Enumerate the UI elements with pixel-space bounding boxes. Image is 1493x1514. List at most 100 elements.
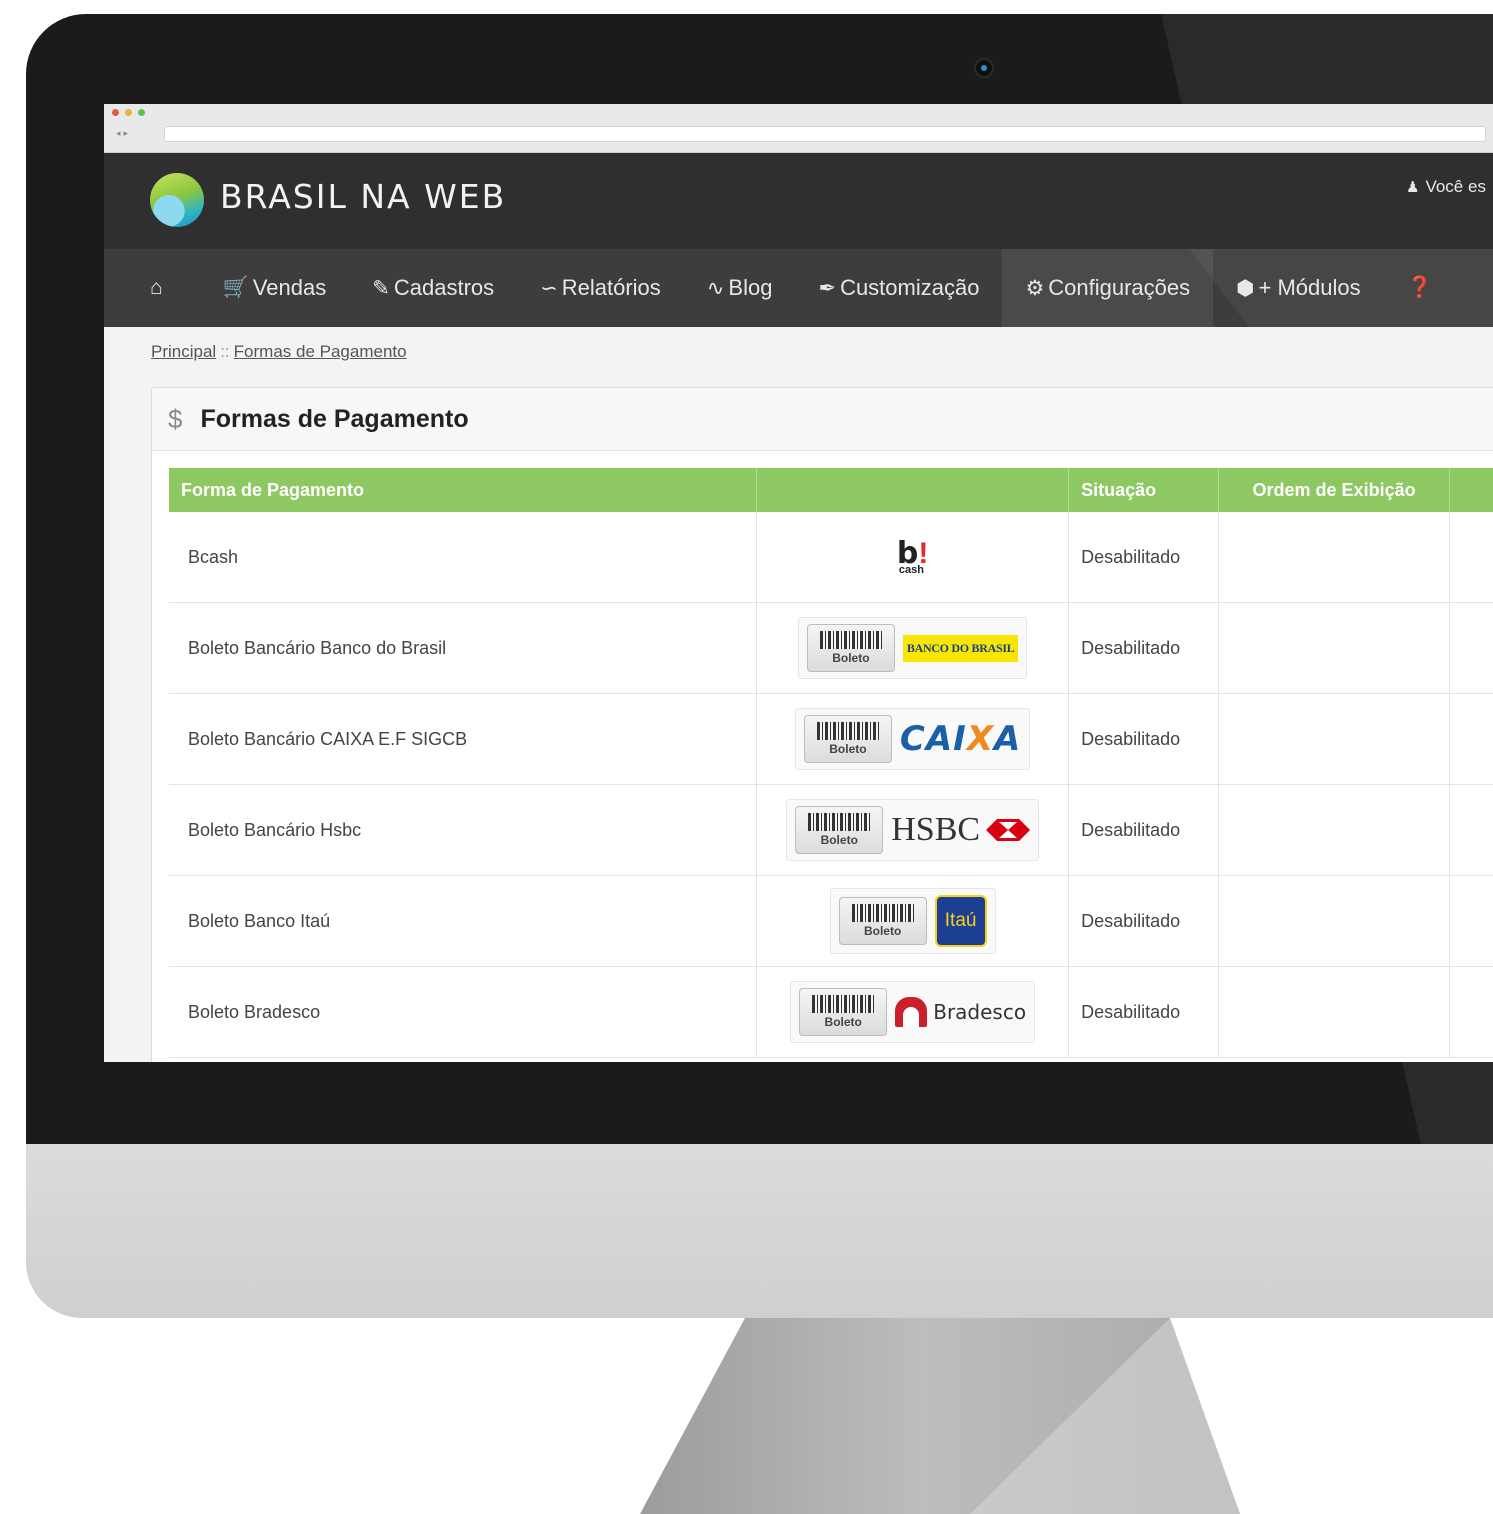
chart-icon: ∽ — [540, 276, 558, 300]
table-row[interactable]: Boleto Bancário Banco do Brasil Boleto B… — [169, 602, 1493, 694]
caixa-logo-part: CAI — [899, 719, 967, 759]
column-header-logo — [756, 468, 1070, 512]
bcash-logo: b! cash — [897, 538, 928, 576]
payment-logo-cell: b! cash — [756, 512, 1070, 603]
column-header-forma[interactable]: Forma de Pagamento — [169, 468, 758, 512]
boleto-label: Boleto — [824, 1015, 862, 1029]
user-icon: ♟ — [1406, 179, 1420, 196]
nav-label: Configurações — [1048, 275, 1191, 300]
browser-back-forward-icons[interactable]: ◂▸ — [116, 128, 131, 139]
panel-header: $ Formas de Pagamento — [152, 388, 1493, 451]
address-bar[interactable] — [164, 126, 1486, 142]
user-greeting: Você es — [1425, 177, 1486, 196]
table-row[interactable]: Boleto Bancário Hsbc Boleto HSBC Desabil… — [169, 784, 1493, 876]
nav-label: Vendas — [252, 275, 327, 300]
boleto-label: Boleto — [832, 651, 870, 665]
brand-logo-icon[interactable] — [150, 173, 204, 227]
rss-icon: ∿ — [706, 276, 725, 300]
browser-chrome: ◂▸ — [104, 104, 1493, 153]
payment-logo-cell: Boleto CAIXA — [756, 693, 1070, 785]
actions-cell — [1449, 602, 1493, 694]
status-cell: Desabilitado — [1068, 512, 1220, 603]
nav-relatorios[interactable]: ∽ Relatórios — [517, 249, 684, 327]
nav-customizacao[interactable]: ✒ Customização — [795, 249, 1002, 327]
status-cell: Desabilitado — [1068, 966, 1220, 1058]
status-cell: Desabilitado — [1068, 875, 1220, 967]
order-cell[interactable] — [1218, 693, 1451, 785]
breadcrumb-current-link[interactable]: Formas de Pagamento — [234, 342, 407, 361]
nav-cadastros[interactable]: ✎ Cadastros — [349, 249, 517, 327]
boleto-itau-logo: Boleto Itaú — [829, 888, 996, 954]
window-controls — [112, 109, 145, 116]
payment-name[interactable]: Boleto Bancário CAIXA E.F SIGCB — [169, 693, 758, 785]
table-row[interactable]: Bcash b! cash Desabilitado — [169, 512, 1493, 603]
gear-icon: ⚙ — [1025, 276, 1045, 300]
actions-cell — [1449, 966, 1493, 1058]
column-header-ordem[interactable]: Ordem de Exibição — [1218, 468, 1451, 512]
column-header-situacao[interactable]: Situação — [1068, 468, 1220, 512]
cube-icon: ⬢ — [1236, 276, 1255, 300]
breadcrumb-home-link[interactable]: Principal — [151, 342, 216, 361]
brush-icon: ✒ — [818, 276, 837, 300]
nav-modulos[interactable]: ⬢ + Módulos — [1213, 249, 1383, 327]
bradesco-logo: Bradesco — [895, 997, 1026, 1027]
payment-name[interactable]: Boleto Bancário Hsbc — [169, 784, 758, 876]
order-cell[interactable] — [1218, 966, 1451, 1058]
actions-cell — [1449, 693, 1493, 785]
table-row[interactable]: Boleto Bradesco Boleto Bradesco Desabili… — [169, 966, 1493, 1058]
order-cell[interactable] — [1218, 512, 1451, 603]
page-title: Formas de Pagamento — [200, 404, 469, 433]
boleto-hsbc-logo: Boleto HSBC — [786, 799, 1040, 861]
itau-logo: Itaú — [934, 895, 987, 947]
hsbc-hexagon-icon — [986, 819, 1031, 841]
payment-name[interactable]: Bcash — [169, 512, 758, 603]
order-cell[interactable] — [1218, 875, 1451, 967]
bradesco-logo-text: Bradesco — [933, 1000, 1027, 1024]
nav-home[interactable]: ⌂ — [104, 249, 200, 327]
camera-icon — [976, 60, 992, 76]
nav-help[interactable]: ❓ — [1384, 249, 1460, 327]
dollar-icon: $ — [168, 403, 183, 434]
boleto-barcode-icon: Boleto — [806, 624, 895, 672]
caixa-logo-x: X — [966, 719, 995, 759]
order-cell[interactable] — [1218, 784, 1451, 876]
payment-methods-table: Forma de Pagamento Situação Ordem de Exi… — [169, 468, 1493, 1058]
table-row[interactable]: Boleto Bancário CAIXA E.F SIGCB Boleto C… — [169, 693, 1493, 785]
app-header: BRASIL NA WEB ♟ Você es — [104, 153, 1493, 249]
table-header-row: Forma de Pagamento Situação Ordem de Exi… — [169, 468, 1493, 512]
payment-name[interactable]: Boleto Bradesco — [169, 966, 758, 1058]
close-window-button[interactable] — [112, 109, 119, 116]
caixa-logo: CAIXA — [900, 719, 1021, 759]
actions-cell — [1449, 784, 1493, 876]
payment-logo-cell: Boleto Itaú — [756, 875, 1070, 967]
payment-name[interactable]: Boleto Bancário Banco do Brasil — [169, 602, 758, 694]
status-cell: Desabilitado — [1068, 602, 1220, 694]
screen: ◂▸ BRASIL NA WEB ♟ Você es ⌂ 🛒 Vendas ✎ Cad… — [104, 104, 1493, 1062]
nav-vendas[interactable]: 🛒 Vendas — [200, 249, 350, 327]
boleto-label: Boleto — [820, 833, 858, 847]
bcash-logo-sub: cash — [898, 563, 924, 576]
nav-configuracoes[interactable]: ⚙ Configurações — [1002, 249, 1214, 327]
edit-icon: ✎ — [372, 276, 390, 300]
order-cell[interactable] — [1218, 602, 1451, 694]
payment-name[interactable]: Boleto Banco Itaú — [169, 875, 758, 967]
hsbc-logo: HSBC — [891, 811, 1031, 849]
payment-logo-cell: Boleto HSBC — [756, 784, 1070, 876]
status-cell: Desabilitado — [1068, 693, 1220, 785]
nav-blog[interactable]: ∿ Blog — [684, 249, 796, 327]
brand-name[interactable]: BRASIL NA WEB — [220, 177, 506, 216]
payment-logo-cell: Boleto BANCO DO BRASIL — [756, 602, 1070, 694]
minimize-window-button[interactable] — [125, 109, 132, 116]
maximize-window-button[interactable] — [138, 109, 145, 116]
boleto-bb-logo: Boleto BANCO DO BRASIL — [797, 617, 1028, 679]
table-row[interactable]: Boleto Banco Itaú Boleto Itaú Desabilita… — [169, 875, 1493, 967]
home-icon: ⌂ — [150, 276, 163, 299]
boleto-barcode-icon: Boleto — [799, 988, 888, 1036]
boleto-barcode-icon: Boleto — [838, 897, 927, 945]
nav-label: Blog — [728, 275, 773, 300]
boleto-bradesco-logo: Boleto Bradesco — [790, 981, 1036, 1043]
breadcrumb-separator: :: — [220, 342, 230, 361]
boleto-label: Boleto — [863, 924, 902, 938]
hsbc-logo-text: HSBC — [891, 811, 981, 848]
user-menu[interactable]: ♟ Você es — [1406, 177, 1486, 197]
